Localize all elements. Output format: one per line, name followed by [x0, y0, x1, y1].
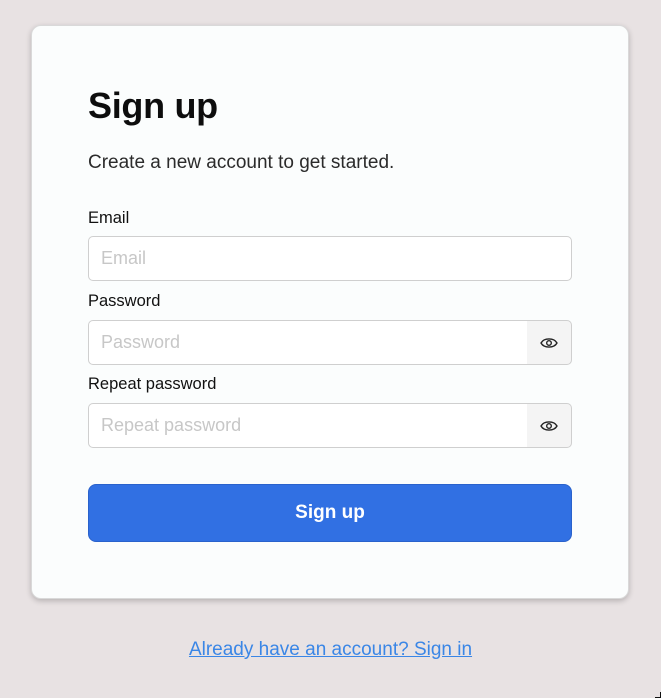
page-title: Sign up: [88, 85, 218, 126]
eye-icon: [540, 337, 558, 349]
signup-card: Sign up Create a new account to get star…: [31, 25, 629, 599]
password-label: Password: [88, 292, 161, 310]
email-field[interactable]: [88, 236, 572, 281]
repeat-password-field[interactable]: [88, 403, 528, 448]
resize-handle: [655, 692, 661, 698]
repeat-password-label: Repeat password: [88, 375, 217, 393]
password-visibility-toggle[interactable]: [527, 320, 572, 365]
password-field[interactable]: [88, 320, 528, 365]
repeat-password-visibility-toggle[interactable]: [527, 403, 572, 448]
eye-icon: [540, 420, 558, 432]
sign-in-link[interactable]: Already have an account? Sign in: [0, 638, 661, 662]
email-label: Email: [88, 209, 130, 227]
sign-up-button[interactable]: Sign up: [88, 484, 572, 542]
page-subtitle: Create a new account to get started.: [88, 152, 395, 173]
